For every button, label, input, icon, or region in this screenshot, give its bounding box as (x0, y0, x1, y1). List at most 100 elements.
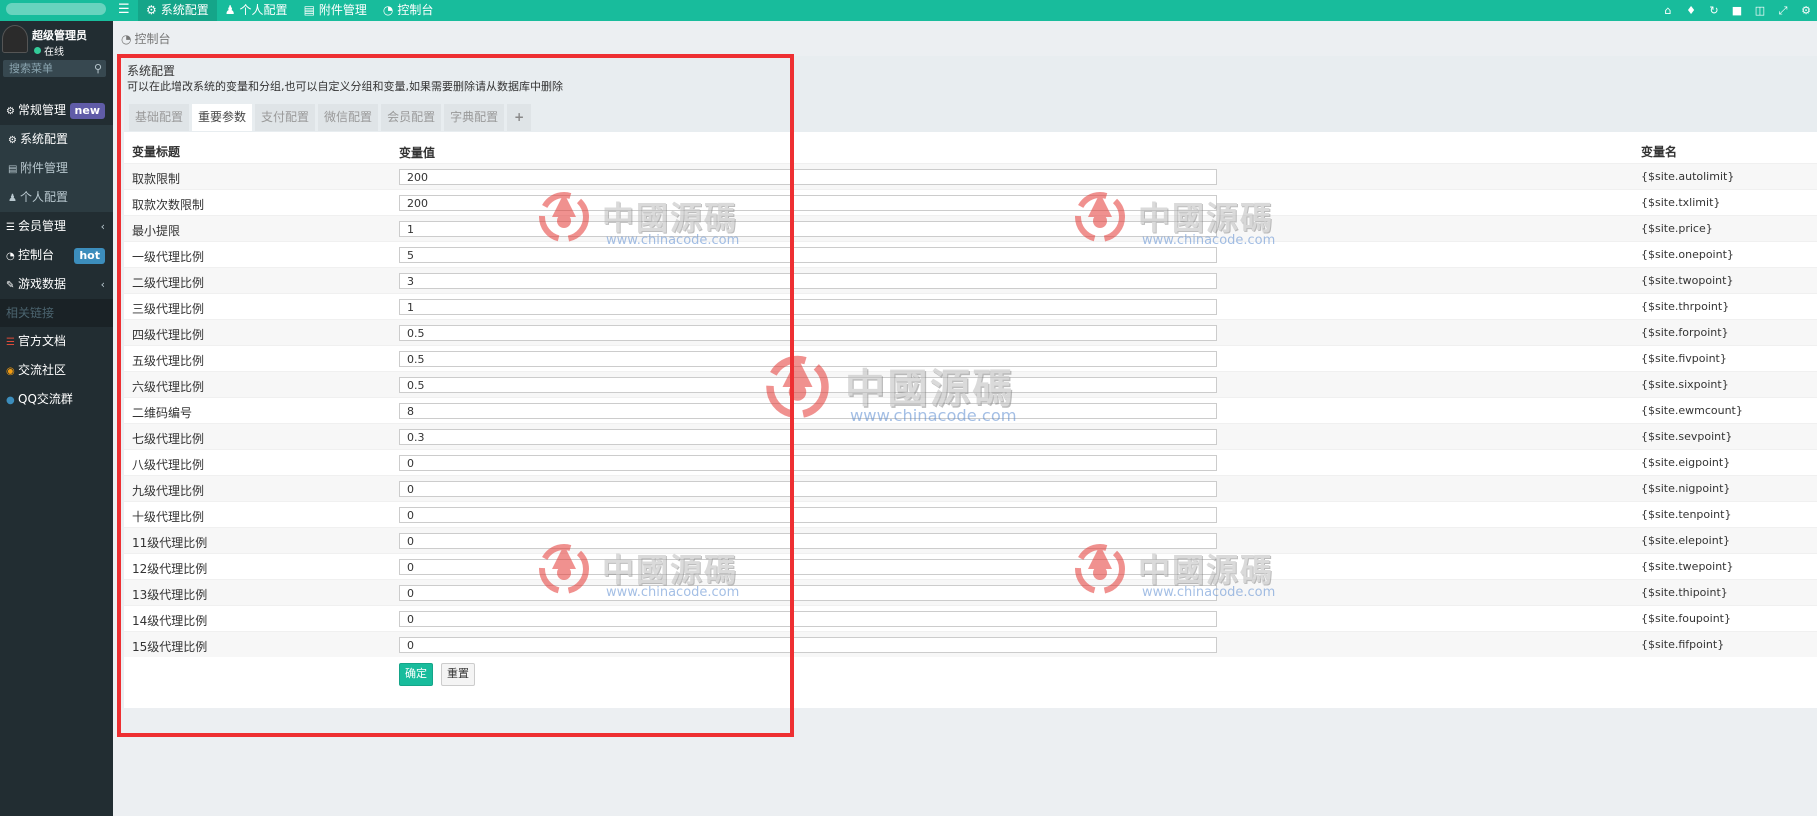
panel-title: 系统配置 (127, 64, 176, 78)
row-value-input[interactable] (399, 533, 1217, 549)
row-variable-name: {$site.fifpoint} (1641, 638, 1725, 651)
row-value-input[interactable] (399, 455, 1217, 471)
tab-dictionary[interactable]: 字典配置 (444, 104, 505, 131)
config-table: 变量标题 变量值 变量名 取款限制 {$site.autolimit} 取款次数限制… (124, 132, 1817, 708)
edit-icon: ✎ (6, 280, 15, 291)
row-value-input[interactable] (399, 247, 1217, 263)
row-value-input[interactable] (399, 351, 1217, 367)
sidebar-item-game-data[interactable]: ✎ 游戏数据 ‹ (0, 270, 113, 299)
top-tab-attachments[interactable]: ▤ 附件管理 (296, 0, 375, 21)
refresh-icon[interactable]: ↻ (1707, 4, 1721, 17)
row-title: 取款限制 (132, 172, 181, 186)
row-title: 七级代理比例 (132, 432, 205, 446)
fullscreen-icon[interactable]: ⤢ (1776, 4, 1790, 18)
sidebar-item-members[interactable]: ☰ 会员管理 ‹ (0, 212, 113, 241)
top-tab-profile[interactable]: ♟ 个人配置 (217, 0, 296, 21)
sidebar-item-label: 控制台 (18, 248, 55, 262)
settings-icon[interactable]: ⚙ (1799, 4, 1813, 17)
row-value-input[interactable] (399, 481, 1217, 497)
row-variable-name: {$site.ewmcount} (1641, 404, 1743, 417)
row-value-input[interactable] (399, 299, 1217, 315)
online-dot-icon (34, 47, 41, 54)
dashboard-icon: ◔ (121, 31, 132, 46)
row-title: 八级代理比例 (132, 458, 205, 472)
row-title: 11级代理比例 (132, 536, 208, 550)
row-variable-name: {$site.forpoint} (1641, 326, 1729, 339)
menu-toggle-icon[interactable]: ☰ (118, 2, 132, 18)
tab-important[interactable]: 重要参数 (192, 104, 253, 131)
row-title: 二维码编号 (132, 406, 193, 420)
breadcrumb[interactable]: ◔ 控制台 (121, 30, 171, 47)
add-tab-button[interactable]: + (507, 104, 532, 131)
row-variable-name: {$site.eigpoint} (1641, 456, 1731, 469)
tab-basic[interactable]: 基础配置 (129, 104, 190, 131)
table-row: 九级代理比例 {$site.nigpoint} (124, 475, 1817, 501)
tab-wechat[interactable]: 微信配置 (318, 104, 379, 131)
row-value-input[interactable] (399, 195, 1217, 211)
row-value-input[interactable] (399, 169, 1217, 185)
row-value-input[interactable] (399, 637, 1217, 653)
row-value-input[interactable] (399, 559, 1217, 575)
trash-icon[interactable]: ■ (1730, 4, 1744, 17)
top-tab-system-config[interactable]: ⚙ 系统配置 (138, 0, 217, 21)
table-row: 14级代理比例 {$site.foupoint} (124, 605, 1817, 631)
sidebar-item-system-config[interactable]: ⚙ 系统配置 (0, 125, 113, 154)
row-value-input[interactable] (399, 507, 1217, 523)
sidebar-item-label: 会员管理 (18, 219, 67, 233)
hot-badge: hot (74, 248, 105, 264)
sidebar-item-attachments[interactable]: ▤ 附件管理 (0, 154, 113, 183)
sidebar-item-label: 官方文档 (18, 334, 67, 348)
dashboard-icon: ◔ (382, 3, 394, 17)
row-variable-name: {$site.txlimit} (1641, 196, 1721, 209)
top-tab-label: 系统配置 (160, 3, 209, 17)
row-value-input[interactable] (399, 585, 1217, 601)
row-title: 九级代理比例 (132, 484, 205, 498)
row-value-input[interactable] (399, 429, 1217, 445)
top-tab-label: 个人配置 (239, 3, 288, 17)
row-value-input[interactable] (399, 221, 1217, 237)
top-tab-label: 附件管理 (318, 3, 367, 17)
row-value-input[interactable] (399, 403, 1217, 419)
user-panel: 超级管理员 在线 (0, 21, 113, 58)
bell-icon[interactable]: ♦ (1684, 4, 1698, 17)
home-icon[interactable]: ⌂ (1661, 4, 1675, 17)
sidebar-item-dashboard[interactable]: ◔ 控制台 hot (0, 241, 113, 270)
search-icon[interactable]: ⚲ (94, 62, 102, 75)
table-row: 十级代理比例 {$site.tenpoint} (124, 501, 1817, 527)
list-icon: ☰ (6, 337, 15, 348)
table-row: 五级代理比例 {$site.fivpoint} (124, 345, 1817, 371)
file-icon: ▤ (303, 3, 315, 17)
header-value: 变量值 (399, 146, 436, 160)
logo (6, 3, 106, 15)
sidebar-item-general[interactable]: ⚙ 常规管理 new (0, 96, 113, 125)
translate-icon[interactable]: ◫ (1753, 4, 1767, 17)
row-variable-name: {$site.thipoint} (1641, 586, 1728, 599)
tab-member[interactable]: 会员配置 (381, 104, 442, 131)
row-variable-name: {$site.twopoint} (1641, 274, 1734, 287)
table-row: 13级代理比例 {$site.thipoint} (124, 579, 1817, 605)
sidebar-item-qq-group[interactable]: ● QQ交流群 (0, 385, 113, 414)
submit-button[interactable]: 确定 (399, 663, 433, 686)
top-right-icons: ⌂ ♦ ↻ ■ ◫ ⤢ ⚙ (1661, 0, 1813, 21)
row-value-input[interactable] (399, 325, 1217, 341)
sidebar-item-profile[interactable]: ♟ 个人配置 (0, 183, 113, 212)
table-row: 11级代理比例 {$site.elepoint} (124, 527, 1817, 553)
table-row: 最小提限 {$site.price} (124, 215, 1817, 241)
sidebar-item-label: 附件管理 (20, 161, 69, 175)
search-input[interactable] (3, 60, 106, 77)
table-row: 八级代理比例 {$site.eigpoint} (124, 449, 1817, 475)
row-value-input[interactable] (399, 273, 1217, 289)
top-tab-dashboard[interactable]: ◔ 控制台 (375, 0, 442, 21)
sidebar-item-docs[interactable]: ☰ 官方文档 (0, 327, 113, 356)
top-tabs: ⚙ 系统配置 ♟ 个人配置 ▤ 附件管理 ◔ 控制台 (138, 0, 441, 21)
sidebar-item-community[interactable]: ◉ 交流社区 (0, 356, 113, 385)
table-row: 二级代理比例 {$site.twopoint} (124, 267, 1817, 293)
tab-payment[interactable]: 支付配置 (255, 104, 316, 131)
reset-button[interactable]: 重置 (441, 663, 475, 686)
row-value-input[interactable] (399, 377, 1217, 393)
sidebar: 超级管理员 在线 ⚲ ⚙常规管理new ⚙系统配置 ▤附件管理 ♟个人配置 ☰会… (0, 21, 113, 816)
row-value-input[interactable] (399, 611, 1217, 627)
row-title: 三级代理比例 (132, 302, 205, 316)
list-icon: ☰ (6, 222, 15, 233)
row-variable-name: {$site.thrpoint} (1641, 300, 1730, 313)
